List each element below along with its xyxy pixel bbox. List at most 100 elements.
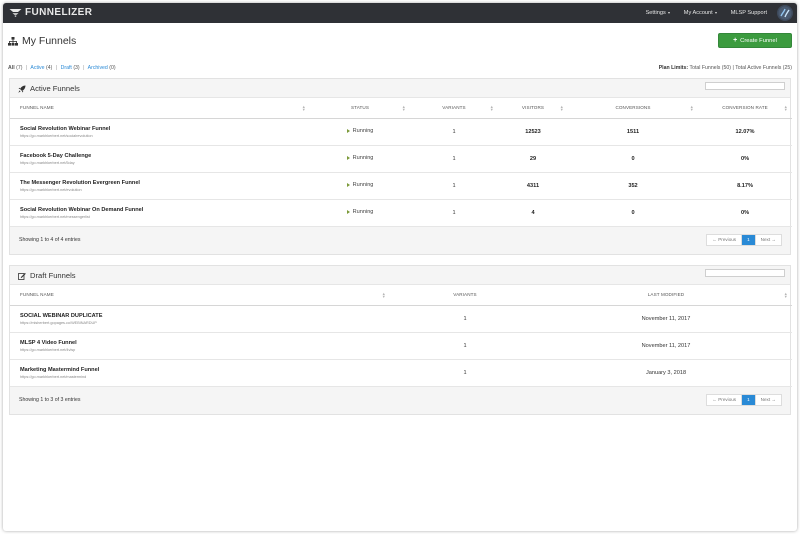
play-icon <box>346 129 350 133</box>
active-funnels-title-text: Active Funnels <box>30 84 80 93</box>
filter-archived-link[interactable]: Archived <box>88 65 108 71</box>
conversion-rate-cell: 12.07% <box>698 118 792 146</box>
variants-cell: 1 <box>410 172 498 200</box>
conversion-rate-cell: 0% <box>698 199 792 227</box>
status-badge: Running <box>346 128 373 134</box>
column-header-label: Visitors <box>521 105 545 111</box>
my-account-menu[interactable]: My Account <box>684 10 717 16</box>
status-badge: Running <box>346 155 374 161</box>
column-header-label: Variants <box>442 105 466 111</box>
plan-separator: | <box>732 65 734 71</box>
rocket-icon <box>18 85 26 93</box>
status-text: Running <box>352 209 374 215</box>
funnel-url[interactable]: https://go.markhkerbert.net/5day <box>20 161 310 165</box>
visitors-cell: 4311 <box>498 172 568 200</box>
funnel-name-link[interactable]: Facebook 5-Day Challenge <box>20 153 310 159</box>
filter-all-label: All <box>8 65 15 71</box>
avatar[interactable] <box>777 5 793 21</box>
top-navbar: FUNNELIZER Settings My Account MLSP Supp… <box>3 3 797 23</box>
conversions-cell: 0 <box>568 199 698 227</box>
funnel-name-cell: Facebook 5-Day Challenge https://go.mark… <box>10 145 310 173</box>
funnel-url[interactable]: https://mlsherbert.gopages.co/WEBINARDUP <box>20 321 390 325</box>
table-row[interactable]: Social Revolution Webinar Funnel https:/… <box>10 118 792 146</box>
page-1-button[interactable]: 1 <box>742 394 755 405</box>
filter-archived[interactable]: Archived (0) <box>88 65 116 71</box>
draft-funnels-footer: Showing 1 to 3 of 3 entries ← Previous 1… <box>10 386 790 414</box>
page-1-button[interactable]: 1 <box>742 234 755 245</box>
funnel-name-link[interactable]: SOCIAL WEBINAR DUPLICATE <box>20 313 390 319</box>
next-page-button[interactable]: Next → <box>754 394 781 405</box>
sitemap-icon <box>8 36 18 46</box>
table-header-row: Funnel Name ▴ ▾ Status ▴ ▾ Variants ▴ ▾ Visito… <box>10 98 792 119</box>
page-title-text: My Funnels <box>22 35 77 47</box>
play-icon <box>346 210 350 214</box>
column-header-variants[interactable]: Variants <box>390 285 540 306</box>
filter-active[interactable]: Active (4) <box>30 65 52 71</box>
filter-active-count: (4) <box>46 65 53 71</box>
mlsp-support-link[interactable]: MLSP Support <box>731 10 767 16</box>
funnel-url[interactable]: https://go.markhkerbert.net/mastermind <box>20 375 390 379</box>
filter-active-link[interactable]: Active <box>30 65 44 71</box>
status-cell: Running <box>310 145 410 173</box>
filter-all[interactable]: All (7) <box>8 65 22 71</box>
avatar-icon <box>778 6 792 20</box>
status-text: Running <box>352 155 374 161</box>
variants-cell: 1 <box>410 145 498 173</box>
column-header-visitors[interactable]: Visitors ▴ ▾ <box>498 98 568 119</box>
brand-logo[interactable]: FUNNELIZER <box>9 7 92 18</box>
column-header-funnel-name[interactable]: Funnel Name ▴ ▾ <box>10 98 310 119</box>
plus-icon: + <box>733 37 738 44</box>
active-funnels-search-input[interactable] <box>705 82 785 90</box>
table-row[interactable]: SOCIAL WEBINAR DUPLICATE https://mlsherb… <box>10 305 792 333</box>
pagination: ← Previous 1 Next → <box>706 233 782 246</box>
play-icon <box>346 156 350 160</box>
column-header-funnel-name[interactable]: Funnel Name ▴ ▾ <box>10 285 390 306</box>
funnel-url[interactable]: https://go.markhkerbert.net/messengerlis… <box>20 215 310 219</box>
funnel-name-cell: Marketing Mastermind Funnel https://go.m… <box>10 359 390 387</box>
table-row[interactable]: The Messenger Revolution Evergreen Funne… <box>10 172 792 200</box>
funnel-name-link[interactable]: MLSP 4 Video Funnel <box>20 340 390 346</box>
funnel-name-link[interactable]: Social Revolution Webinar On Demand Funn… <box>20 207 310 213</box>
filter-draft[interactable]: Draft (3) <box>61 65 80 71</box>
column-header-conversions[interactable]: Conversions ▴ ▾ <box>568 98 698 119</box>
column-header-variants[interactable]: Variants ▴ ▾ <box>410 98 498 119</box>
column-header-status[interactable]: Status ▴ ▾ <box>310 98 410 119</box>
plan-limits: Plan Limits: Total Funnels (50) | Total … <box>659 65 792 71</box>
filter-all-count: (7) <box>16 65 23 71</box>
column-header-label: Conversion Rate <box>722 105 768 111</box>
last-modified-cell: November 11, 2017 <box>540 305 792 333</box>
sort-icon: ▴ ▾ <box>690 104 693 112</box>
table-row[interactable]: Marketing Mastermind Funnel https://go.m… <box>10 359 792 387</box>
sort-icon: ▴ ▾ <box>302 104 305 112</box>
column-header-last-modified[interactable]: Last Modified ▴ ▾ <box>540 285 792 306</box>
table-row[interactable]: Social Revolution Webinar On Demand Funn… <box>10 199 792 227</box>
filter-archived-count: (0) <box>109 65 116 71</box>
funnel-name-link[interactable]: Marketing Mastermind Funnel <box>20 367 390 373</box>
page-title: My Funnels <box>8 35 76 47</box>
status-cell: Running <box>310 172 410 200</box>
filter-separator: | <box>55 65 58 71</box>
previous-page-button[interactable]: ← Previous <box>707 394 743 405</box>
funnel-name-link[interactable]: Social Revolution Webinar Funnel <box>20 126 310 132</box>
column-header-conversion-rate[interactable]: Conversion Rate ▴ ▾ <box>698 98 792 119</box>
filter-draft-link[interactable]: Draft <box>61 65 72 71</box>
draft-funnels-search-input[interactable] <box>705 269 785 277</box>
funnel-name-cell: Social Revolution Webinar Funnel https:/… <box>10 118 310 146</box>
funnel-url[interactable]: https://go.markhkerbert.net/socialrevolu… <box>20 134 310 138</box>
create-funnel-button[interactable]: + Create Funnel <box>718 33 792 48</box>
active-funnels-panel: Active Funnels Funnel Name ▴ ▾ Status ▴ ▾ Va… <box>9 78 792 255</box>
funnel-url[interactable]: https://go.markhkerbert.net/4vlsp <box>20 348 390 352</box>
table-row[interactable]: Facebook 5-Day Challenge https://go.mark… <box>10 145 792 173</box>
funnel-name-link[interactable]: The Messenger Revolution Evergreen Funne… <box>20 180 310 186</box>
plan-active-funnels: Total Active Funnels (25) <box>735 65 792 71</box>
sort-icon: ▴ ▾ <box>382 291 385 299</box>
chevron-down-icon <box>667 12 670 14</box>
draft-funnels-title: Draft Funnels <box>18 271 76 280</box>
next-page-button[interactable]: Next → <box>754 234 781 245</box>
settings-menu[interactable]: Settings <box>646 10 670 16</box>
table-header-row: Funnel Name ▴ ▾ Variants Last Modified ▴ ▾ <box>10 285 792 306</box>
sort-icon: ▴ ▾ <box>490 104 493 112</box>
previous-page-button[interactable]: ← Previous <box>707 234 743 245</box>
funnel-url[interactable]: https://go.markhkerbert.net/evolution <box>20 188 310 192</box>
table-row[interactable]: MLSP 4 Video Funnel https://go.markhkerb… <box>10 332 792 360</box>
